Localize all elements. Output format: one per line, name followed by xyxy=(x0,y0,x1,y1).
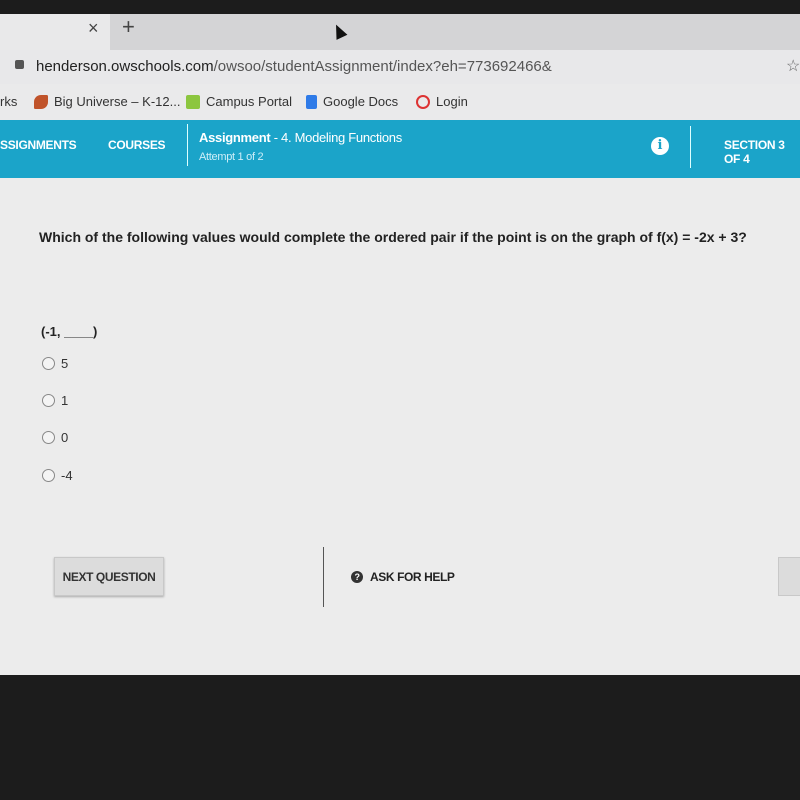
answer-option[interactable]: 1 xyxy=(42,393,68,408)
tab-bar xyxy=(0,14,800,50)
bookmark-label: Big Universe – K-12... xyxy=(54,94,181,109)
option-label: -4 xyxy=(61,468,73,483)
next-button-partial[interactable] xyxy=(778,557,800,596)
divider xyxy=(323,547,324,607)
bookmark-label: Campus Portal xyxy=(206,94,292,109)
option-label: 5 xyxy=(61,356,69,371)
new-tab-button[interactable]: + xyxy=(122,14,135,40)
divider xyxy=(187,124,188,166)
divider xyxy=(690,126,691,168)
nav-assignments[interactable]: SSIGNMENTS xyxy=(0,138,77,152)
question-area xyxy=(0,178,800,675)
bookmarks-bar: rks Big Universe – K-12... Campus Portal… xyxy=(0,84,800,120)
radio-button[interactable] xyxy=(42,431,55,444)
bookmark-label: rks xyxy=(0,94,18,109)
section-indicator: SECTION 3 OF 4 xyxy=(724,138,785,166)
radio-button[interactable] xyxy=(42,394,55,407)
question-text: Which of the following values would comp… xyxy=(39,229,747,245)
attempt-text: Attempt 1 of 2 xyxy=(199,151,264,163)
radio-button[interactable] xyxy=(42,357,55,370)
big-universe-icon xyxy=(34,94,48,109)
assignment-title: Assignment - 4. Modeling Functions xyxy=(199,130,402,145)
bookmark-item[interactable]: rks xyxy=(0,94,17,109)
url-path: /owsoo/studentAssignment/index?eh=773692… xyxy=(213,58,552,75)
radio-button[interactable] xyxy=(42,469,55,482)
assignment-name: - 4. Modeling Functions xyxy=(273,130,403,145)
google-docs-icon xyxy=(306,94,317,109)
answer-option[interactable]: 5 xyxy=(42,356,68,371)
top-nav: SSIGNMENTS COURSES Assignment - 4. Model… xyxy=(0,120,800,178)
option-label: 1 xyxy=(61,393,69,408)
bookmark-star-icon[interactable]: ☆ xyxy=(786,56,800,76)
nav-courses[interactable]: COURSES xyxy=(108,138,166,152)
assignment-label: Assignment xyxy=(199,130,271,145)
help-icon: ? xyxy=(351,571,363,583)
campus-portal-icon xyxy=(186,94,200,109)
lock-icon xyxy=(15,60,24,69)
bookmark-big-universe[interactable]: Big Universe – K-12... xyxy=(34,94,180,109)
bookmark-campus-portal[interactable]: Campus Portal xyxy=(186,94,292,109)
answer-option[interactable]: 0 xyxy=(42,430,68,445)
url-host: henderson.owschools.com xyxy=(36,58,214,75)
ordered-pair: (-1, ____) xyxy=(41,324,98,339)
help-label: ASK FOR HELP xyxy=(370,570,455,584)
answer-option[interactable]: -4 xyxy=(42,468,73,483)
next-question-button[interactable]: NEXT QUESTION xyxy=(54,557,164,596)
close-tab-icon[interactable]: × xyxy=(88,18,99,39)
info-icon[interactable]: i xyxy=(651,137,669,155)
url-text[interactable]: henderson.owschools.com/owsoo/studentAss… xyxy=(36,58,552,75)
bookmark-login[interactable]: Login xyxy=(416,94,468,109)
bookmark-label: Google Docs xyxy=(323,94,399,109)
login-icon xyxy=(416,94,430,109)
option-label: 0 xyxy=(61,430,69,445)
bookmark-label: Login xyxy=(436,94,468,109)
bookmark-google-docs[interactable]: Google Docs xyxy=(306,94,398,109)
ask-for-help-button[interactable]: ? ASK FOR HELP xyxy=(351,570,455,584)
